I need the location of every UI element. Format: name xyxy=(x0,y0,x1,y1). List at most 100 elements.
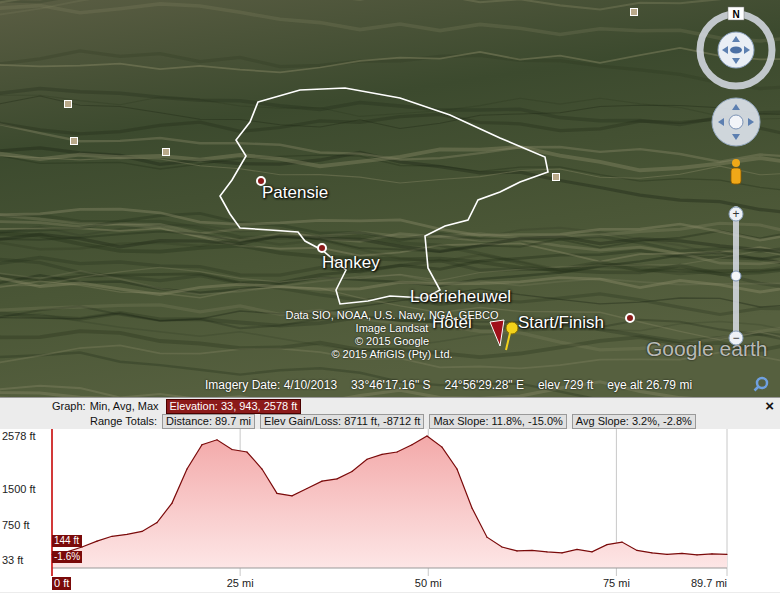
elevation-point xyxy=(321,481,322,482)
elevation-point xyxy=(306,488,307,489)
status-bar: Imagery Date: 4/10/2013 33°46'17.16" S 24°… xyxy=(205,378,692,393)
x-tick-label: 89.7 mi xyxy=(691,577,727,590)
elevation-point xyxy=(711,553,712,554)
move-joystick[interactable] xyxy=(712,98,760,146)
cursor-slope: -1.6% xyxy=(52,551,82,563)
elevation-point xyxy=(396,451,397,452)
elevation-point xyxy=(366,459,367,460)
place-label[interactable]: Hankey xyxy=(322,253,380,273)
elevation-point xyxy=(351,471,352,472)
attribution-line: Data SIO, NOAA, U.S. Navy, NGA, GEBCO xyxy=(285,309,498,322)
elevation-point xyxy=(411,444,412,445)
place-dot[interactable] xyxy=(317,243,327,253)
elevation-area xyxy=(52,436,727,568)
latitude: 33°46'17.16" S xyxy=(351,378,430,393)
elevation-point xyxy=(171,503,172,504)
place-dot[interactable] xyxy=(625,313,635,323)
elevation-point xyxy=(606,544,607,545)
elevation-plot[interactable] xyxy=(0,429,780,576)
elevation-point xyxy=(561,552,562,553)
navigation-controls[interactable]: N+− xyxy=(694,6,778,346)
elevation-point xyxy=(156,522,157,523)
graph-modes[interactable]: Min, Avg, Max xyxy=(90,400,159,413)
attribution-line: © 2015 Google xyxy=(355,335,429,348)
place-marker[interactable] xyxy=(70,137,78,145)
range-total-field: Max Slope: 11.8%, -15.0% xyxy=(429,414,566,429)
elevation-point xyxy=(696,554,697,555)
y-tick-label: 2578 ft xyxy=(2,430,36,443)
x-tick-label: 25 mi xyxy=(220,577,260,590)
graph-label: Graph: xyxy=(52,400,86,413)
longitude: 24°56'29.28" E xyxy=(445,378,524,393)
elevation-point xyxy=(546,551,547,552)
graph-header: Graph: Min, Avg, Max Elevation: 33, 943, 2… xyxy=(0,398,780,414)
cursor-elevation: 144 ft xyxy=(52,535,82,547)
elevation-profile-panel: Graph: Min, Avg, Max Elevation: 33, 943, 2… xyxy=(0,397,780,593)
elevation-point xyxy=(336,478,337,479)
elevation-point xyxy=(666,554,667,555)
place-label[interactable]: Patensie xyxy=(262,183,328,203)
elevation-point xyxy=(636,550,637,551)
place-marker[interactable] xyxy=(64,100,72,108)
street-view-person-icon[interactable] xyxy=(731,159,741,184)
imagery-date: Imagery Date: 4/10/2013 xyxy=(205,378,337,393)
svg-text:−: − xyxy=(732,331,739,345)
elevation-point xyxy=(441,447,442,448)
x-tick-label: 75 mi xyxy=(596,577,636,590)
elevation-point xyxy=(681,553,682,554)
range-total-field: Elev Gain/Loss: 8711 ft, -8712 ft xyxy=(260,414,424,429)
elevation-field[interactable]: Elevation: 33, 943, 2578 ft xyxy=(166,399,302,414)
google-earth-logo: Google earth xyxy=(646,333,767,365)
elevation: elev 729 ft xyxy=(538,378,593,393)
place-marker[interactable] xyxy=(630,8,638,16)
elevation-point xyxy=(486,537,487,538)
attribution: Data SIO, NOAA, U.S. Navy, NGA, GEBCOIma… xyxy=(262,309,522,361)
start-pin-icon[interactable] xyxy=(486,316,526,356)
place-label[interactable]: Loerieheuwel xyxy=(410,287,511,307)
elevation-point xyxy=(501,546,502,547)
zoom-slider[interactable]: +− xyxy=(729,206,743,345)
elevation-line xyxy=(52,436,727,555)
elevation-point xyxy=(216,439,217,440)
elevation-point xyxy=(246,451,247,452)
cursor-readout: 144 ft -1.6% xyxy=(52,535,82,563)
x-tick-label: 0 ft xyxy=(52,577,71,590)
elevation-point xyxy=(141,531,142,532)
elevation-point xyxy=(621,542,622,543)
elevation-point xyxy=(381,454,382,455)
elevation-point xyxy=(516,550,517,551)
google-earth-window: PatensieHankeyLoerieheuwelHotelStart/Fin… xyxy=(0,0,780,593)
elevation-point xyxy=(231,449,232,450)
elevation-point xyxy=(276,493,277,494)
range-total-field: Avg Slope: 3.2%, -2.8% xyxy=(572,414,696,429)
elevation-point xyxy=(651,552,652,553)
elevation-point xyxy=(591,551,592,552)
map-view[interactable]: PatensieHankeyLoerieheuwelHotelStart/Fin… xyxy=(0,0,780,397)
x-tick-label: 50 mi xyxy=(408,577,448,590)
search-icon[interactable] xyxy=(753,376,769,392)
attribution-line: © 2015 AfriGIS (Pty) Ltd. xyxy=(331,348,452,361)
elevation-point xyxy=(201,444,202,445)
elevation-point xyxy=(126,534,127,535)
elevation-point xyxy=(726,554,727,555)
y-tick-label: 1500 ft xyxy=(2,483,36,496)
compass-ring[interactable]: N xyxy=(700,7,772,86)
close-button[interactable]: × xyxy=(765,398,774,413)
elevation-point xyxy=(291,495,292,496)
elevation-chart[interactable]: 2578 ft1500 ft750 ft33 ft144 ft-1.6% xyxy=(0,429,780,576)
elevation-point xyxy=(261,468,262,469)
elevation-point xyxy=(111,536,112,537)
elevation-point xyxy=(456,468,457,469)
svg-text:+: + xyxy=(732,207,739,221)
elevation-point xyxy=(96,541,97,542)
elevation-point xyxy=(576,549,577,550)
y-tick-label: 750 ft xyxy=(2,519,30,532)
elevation-point xyxy=(471,507,472,508)
place-label[interactable]: Start/Finish xyxy=(518,313,604,333)
range-total-field: Distance: 89.7 mi xyxy=(162,414,255,429)
range-label: Range Totals: xyxy=(90,415,157,428)
eye-altitude: eye alt 26.79 mi xyxy=(607,378,692,393)
place-marker[interactable] xyxy=(162,148,170,156)
elevation-point xyxy=(186,468,187,469)
place-marker[interactable] xyxy=(552,173,560,181)
